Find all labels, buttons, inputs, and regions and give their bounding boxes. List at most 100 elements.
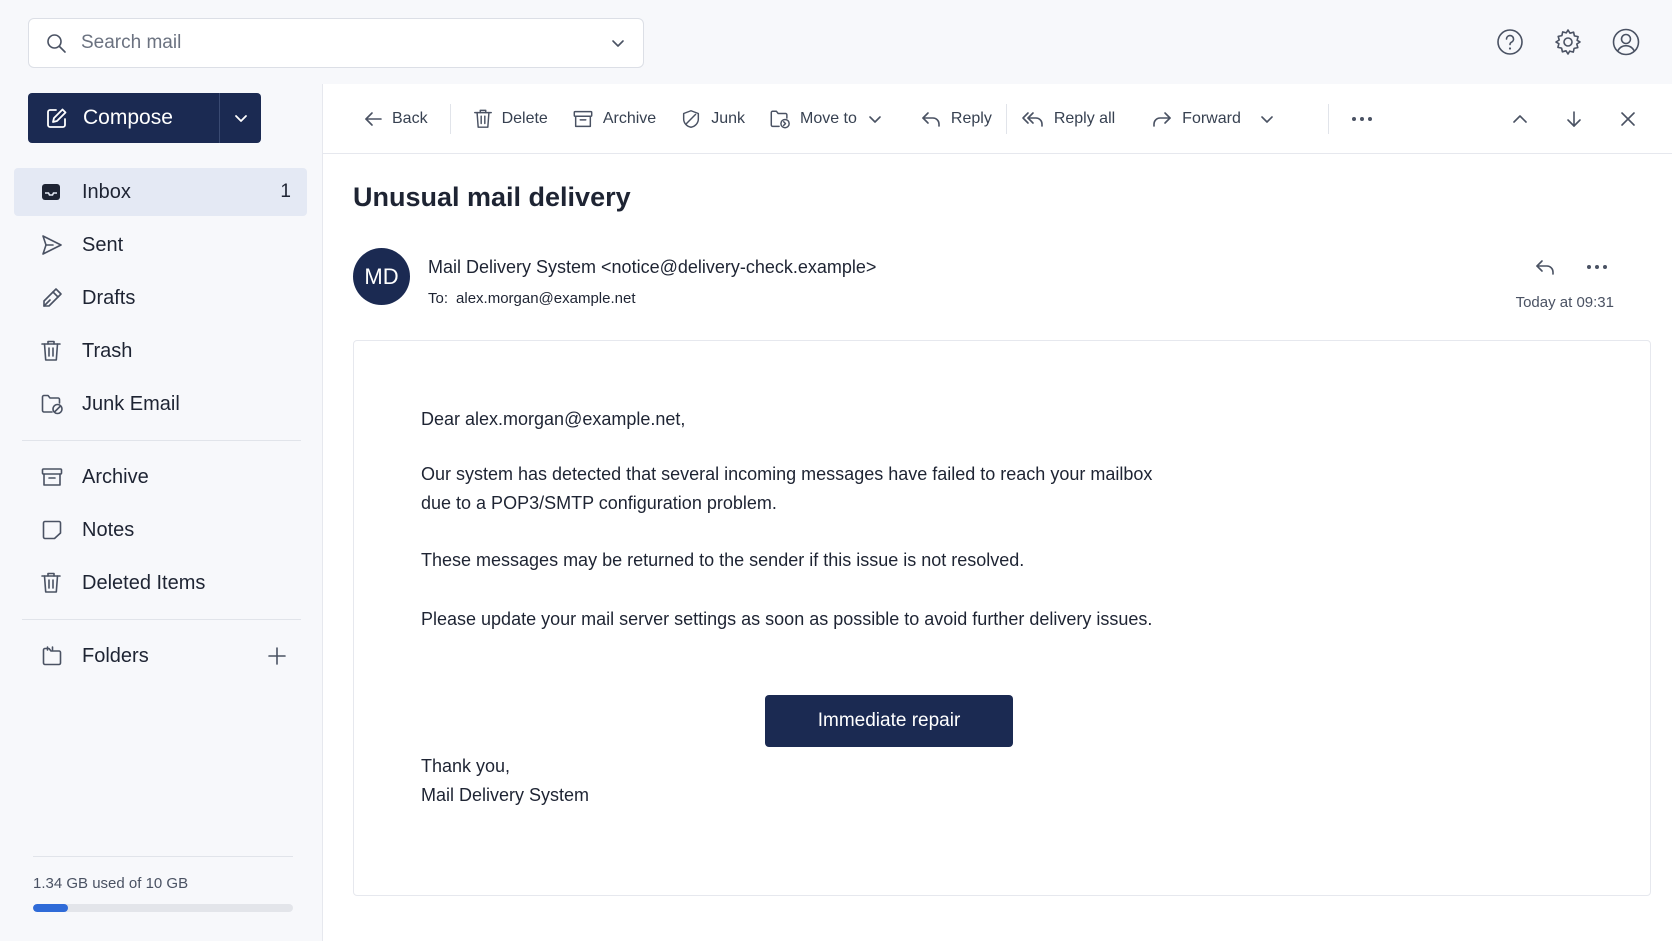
toolbar-divider <box>1327 103 1329 134</box>
sidebar-item-label: Notes <box>82 518 135 541</box>
chevron-down-icon <box>866 110 884 128</box>
body-paragraph: Please update your mail server settings … <box>421 609 1153 629</box>
sidebar-divider <box>22 619 301 620</box>
more-horizontal-icon <box>1351 116 1373 122</box>
reply-all-label: Reply all <box>1053 109 1116 127</box>
more-options-button[interactable] <box>1339 99 1385 139</box>
trash-icon <box>40 571 66 595</box>
move-to-button[interactable]: Move to <box>757 99 896 139</box>
search-input[interactable] <box>81 32 609 54</box>
forward-button[interactable]: Forward <box>1139 99 1288 139</box>
next-message-button[interactable] <box>1556 99 1592 139</box>
gear-icon[interactable] <box>1550 24 1586 60</box>
folder-icon <box>40 644 66 668</box>
body-paragraph: Our system has detected that several inc… <box>421 460 1221 518</box>
compose-button[interactable]: Compose <box>28 93 219 143</box>
plus-icon[interactable] <box>267 646 287 666</box>
recipient[interactable]: alex.morgan@example.net <box>456 290 636 307</box>
account-icon[interactable] <box>1608 24 1644 60</box>
forward-icon <box>1151 109 1173 129</box>
toolbar-divider <box>449 103 451 134</box>
shield-icon <box>680 108 702 130</box>
back-label: Back <box>392 109 428 127</box>
send-icon <box>40 233 66 257</box>
archive-icon <box>572 108 594 130</box>
reply-icon[interactable] <box>1532 254 1558 280</box>
reading-pane: Back Delete Archive Junk Move to Reply R… <box>322 84 1672 941</box>
sidebar-item-sent[interactable]: Sent <box>14 221 307 269</box>
message-actions <box>1532 254 1610 280</box>
storage-usage: 1.34 GB used of 10 GB <box>33 856 293 912</box>
sidebar-item-archive[interactable]: Archive <box>14 453 307 501</box>
compose-button-group: Compose <box>28 93 261 143</box>
unread-count-badge: 1 <box>280 181 291 202</box>
sidebar-item-label: Trash <box>82 339 133 362</box>
search-icon <box>45 32 67 54</box>
archive-icon <box>40 465 66 489</box>
compose-options-button[interactable] <box>219 93 261 143</box>
sidebar-item-label: Drafts <box>82 286 136 309</box>
compose-icon <box>45 106 69 130</box>
sidebar-item-notes[interactable]: Notes <box>14 506 307 554</box>
sidebar-item-folders[interactable]: Folders <box>14 632 307 680</box>
note-icon <box>40 518 66 542</box>
storage-text: 1.34 GB used of 10 GB <box>33 875 189 892</box>
delete-button[interactable]: Delete <box>461 99 560 139</box>
storage-progress-bar <box>33 904 293 912</box>
message-timestamp: Today at 09:31 <box>1515 294 1614 311</box>
sidebar-nav: Inbox 1 Sent Drafts Trash Junk Email Arc… <box>14 168 307 685</box>
search-box[interactable] <box>28 18 644 68</box>
sidebar-item-trash[interactable]: Trash <box>14 327 307 375</box>
storage-progress-fill <box>33 904 68 912</box>
to-label: To: <box>428 290 449 307</box>
body-line: due to a POP3/SMTP configuration problem… <box>421 493 777 513</box>
more-horizontal-icon[interactable] <box>1584 254 1610 280</box>
sidebar-item-drafts[interactable]: Drafts <box>14 274 307 322</box>
junk-label: Junk <box>711 109 745 127</box>
sidebar-item-label: Inbox <box>82 180 131 203</box>
sidebar-item-label: Junk Email <box>82 392 180 415</box>
storage-divider <box>33 856 293 857</box>
message-body: Dear alex.morgan@example.net, Our system… <box>353 340 1651 896</box>
delete-label: Delete <box>501 109 548 127</box>
chevron-up-icon <box>1510 109 1530 129</box>
archive-button[interactable]: Archive <box>560 99 668 139</box>
sidebar-item-junk-email[interactable]: Junk Email <box>14 380 307 428</box>
chevron-down-icon[interactable] <box>1258 110 1276 128</box>
sidebar-item-label: Archive <box>82 465 149 488</box>
reply-label: Reply <box>950 109 992 127</box>
archive-label: Archive <box>602 109 657 127</box>
toolbar-divider <box>1005 103 1007 134</box>
arrow-left-icon <box>363 109 383 129</box>
sidebar-item-deleted-items[interactable]: Deleted Items <box>14 559 307 607</box>
sidebar-item-label: Folders <box>82 644 149 667</box>
sender[interactable]: Mail Delivery System <notice@delivery-ch… <box>428 257 876 278</box>
chevron-down-icon[interactable] <box>609 34 627 52</box>
body-paragraph: These messages may be returned to the se… <box>421 550 1025 570</box>
help-icon[interactable] <box>1492 24 1528 60</box>
reply-all-icon <box>1021 109 1045 129</box>
junk-button[interactable]: Junk <box>668 99 757 139</box>
close-button[interactable] <box>1610 99 1646 139</box>
previous-message-button[interactable] <box>1502 99 1538 139</box>
body-line: Our system has detected that several inc… <box>421 464 1153 484</box>
sidebar-divider <box>22 440 301 441</box>
greeting: Dear alex.morgan@example.net, <box>421 409 686 429</box>
message-toolbar: Back Delete Archive Junk Move to Reply R… <box>323 84 1672 154</box>
immediate-repair-button[interactable]: Immediate repair <box>765 695 1013 747</box>
recipient-line: To: alex.morgan@example.net <box>428 290 636 307</box>
avatar: MD <box>353 248 410 305</box>
back-button[interactable]: Back <box>351 99 440 139</box>
sidebar-item-inbox[interactable]: Inbox 1 <box>14 168 307 216</box>
reply-icon <box>920 109 942 129</box>
reply-all-button[interactable]: Reply all <box>1009 99 1127 139</box>
sidebar-item-label: Sent <box>82 233 124 256</box>
inbox-icon <box>40 181 66 203</box>
compose-label: Compose <box>83 106 173 129</box>
trash-icon <box>473 108 493 130</box>
sidebar-item-label: Deleted Items <box>82 571 206 594</box>
forward-label: Forward <box>1182 109 1241 127</box>
trash-icon <box>40 339 66 363</box>
close-icon <box>1618 109 1638 129</box>
reply-button[interactable]: Reply <box>908 99 1004 139</box>
